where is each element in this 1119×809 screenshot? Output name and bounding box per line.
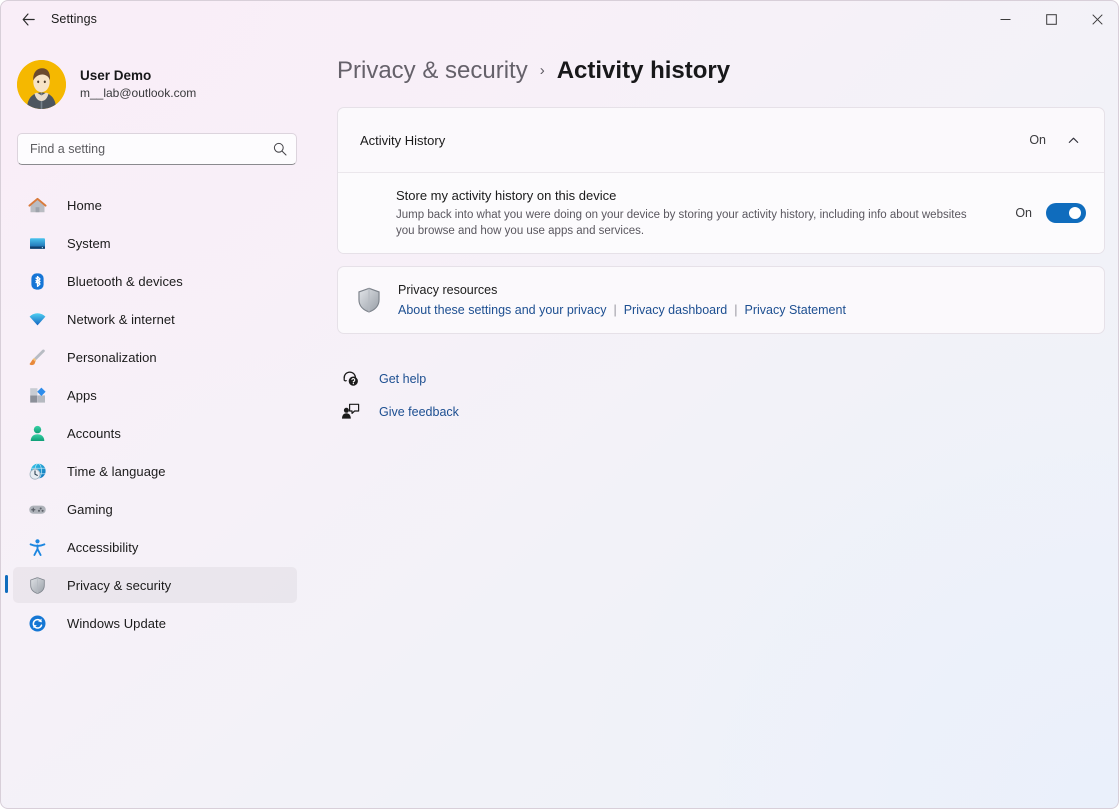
sidebar-item-bluetooth[interactable]: Bluetooth & devices bbox=[13, 263, 297, 299]
store-activity-description: Jump back into what you were doing on yo… bbox=[396, 209, 967, 237]
sidebar-item-gaming[interactable]: Gaming bbox=[13, 491, 297, 527]
store-activity-toggle-state: On bbox=[1015, 206, 1032, 220]
profile-email: m__lab@outlook.com bbox=[80, 85, 197, 100]
search-input[interactable] bbox=[30, 142, 273, 156]
link-separator: | bbox=[613, 303, 617, 317]
privacy-resources-card: Privacy resources About these settings a… bbox=[337, 266, 1105, 334]
sidebar-item-personalization[interactable]: Personalization bbox=[13, 339, 297, 375]
window-title: Settings bbox=[51, 12, 97, 26]
activity-history-header-right: On bbox=[1029, 127, 1086, 153]
activity-history-card: Activity History On Store my activity hi… bbox=[337, 107, 1105, 254]
sidebar-item-accessibility[interactable]: Accessibility bbox=[13, 529, 297, 565]
sidebar-item-label: Network & internet bbox=[67, 311, 175, 327]
sidebar-item-apps[interactable]: Apps bbox=[13, 377, 297, 413]
sidebar-item-windows-update[interactable]: Windows Update bbox=[13, 605, 297, 641]
minimize-button[interactable] bbox=[982, 1, 1028, 37]
wifi-icon bbox=[27, 309, 47, 329]
sidebar-item-accounts[interactable]: Accounts bbox=[13, 415, 297, 451]
link-separator: | bbox=[734, 303, 738, 317]
profile-name: User Demo bbox=[80, 67, 152, 83]
give-feedback-row[interactable]: Give feedback bbox=[337, 395, 1096, 428]
update-refresh-icon bbox=[27, 613, 47, 633]
user-avatar-icon bbox=[17, 59, 66, 109]
sidebar-item-label: Gaming bbox=[67, 501, 113, 517]
link-privacy-statement[interactable]: Privacy Statement bbox=[745, 301, 846, 319]
settings-window: Settings User Demo m__lab@outlook.com Fi… bbox=[0, 0, 1119, 809]
maximize-icon bbox=[1045, 13, 1057, 25]
sidebar-item-label: Accessibility bbox=[67, 539, 139, 555]
back-button[interactable] bbox=[11, 4, 45, 34]
activity-history-header[interactable]: Activity History On bbox=[338, 108, 1104, 172]
sidebar-item-network[interactable]: Network & internet bbox=[13, 301, 297, 337]
give-feedback-icon bbox=[339, 401, 361, 423]
privacy-resources-text: Privacy resources About these settings a… bbox=[398, 281, 846, 319]
shield-icon bbox=[27, 575, 47, 595]
close-button[interactable] bbox=[1074, 1, 1118, 37]
sidebar-item-label: Bluetooth & devices bbox=[67, 273, 183, 289]
sidebar-item-system[interactable]: System bbox=[13, 225, 297, 261]
bluetooth-icon bbox=[27, 271, 47, 291]
activity-history-state: On bbox=[1029, 133, 1046, 147]
close-icon bbox=[1091, 13, 1103, 25]
search-icon bbox=[273, 142, 287, 156]
apps-icon bbox=[27, 385, 47, 405]
minimize-icon bbox=[1000, 18, 1010, 20]
sidebar-item-privacy-security[interactable]: Privacy & security bbox=[5, 567, 297, 603]
store-activity-toggle[interactable] bbox=[1046, 203, 1086, 223]
sidebar-item-label: Windows Update bbox=[67, 615, 166, 631]
get-help-label: Get help bbox=[379, 371, 427, 386]
search-box[interactable] bbox=[17, 133, 297, 165]
sidebar-item-label: Personalization bbox=[67, 349, 157, 365]
help-links: Get help Give feedback bbox=[337, 362, 1096, 428]
breadcrumb: Privacy & security › Activity history bbox=[329, 57, 1096, 85]
store-activity-row: Store my activity history on this device… bbox=[338, 172, 1104, 253]
sidebar-item-time-language[interactable]: Time & language bbox=[13, 453, 297, 489]
chevron-up-icon bbox=[1068, 137, 1078, 143]
sidebar-item-label: Apps bbox=[67, 387, 97, 403]
store-activity-title: Store my activity history on this device bbox=[396, 188, 617, 203]
person-icon bbox=[27, 423, 47, 443]
privacy-resources-title: Privacy resources bbox=[398, 283, 498, 297]
link-privacy-dashboard[interactable]: Privacy dashboard bbox=[624, 301, 728, 319]
link-about-settings-privacy[interactable]: About these settings and your privacy bbox=[398, 301, 606, 319]
breadcrumb-separator: › bbox=[539, 62, 545, 79]
maximize-button[interactable] bbox=[1028, 1, 1074, 37]
sidebar-item-label: Accounts bbox=[67, 425, 121, 441]
home-icon bbox=[27, 195, 47, 215]
get-help-row[interactable]: Get help bbox=[337, 362, 1096, 395]
main-content: Privacy & security › Activity history Ac… bbox=[313, 37, 1118, 808]
sidebar-item-label: Home bbox=[67, 197, 102, 213]
sidebar-nav: Home System Bluetooth & devices Network … bbox=[1, 187, 313, 641]
back-arrow-icon bbox=[22, 12, 35, 26]
gamepad-icon bbox=[27, 499, 47, 519]
profile-text: User Demo m__lab@outlook.com bbox=[80, 67, 196, 102]
sidebar-item-label: System bbox=[67, 235, 111, 251]
avatar bbox=[17, 59, 66, 109]
privacy-resources-row: Privacy resources About these settings a… bbox=[338, 267, 1104, 333]
sidebar-item-home[interactable]: Home bbox=[13, 187, 297, 223]
page-title: Activity history bbox=[556, 57, 731, 84]
title-bar: Settings bbox=[1, 1, 1118, 37]
breadcrumb-parent[interactable]: Privacy & security bbox=[337, 57, 528, 85]
give-feedback-label: Give feedback bbox=[379, 404, 459, 419]
activity-history-title: Activity History bbox=[360, 132, 446, 148]
system-monitor-icon bbox=[27, 233, 47, 253]
clock-globe-icon bbox=[27, 461, 47, 481]
window-controls bbox=[982, 1, 1118, 37]
store-activity-text: Store my activity history on this device… bbox=[396, 187, 1015, 239]
privacy-resources-links: About these settings and your privacy | … bbox=[398, 301, 846, 319]
expand-collapse-button[interactable] bbox=[1060, 127, 1086, 153]
toggle-knob bbox=[1069, 207, 1081, 219]
sidebar-item-label: Time & language bbox=[67, 463, 166, 479]
paintbrush-icon bbox=[27, 347, 47, 367]
get-help-icon bbox=[339, 368, 361, 390]
sidebar-item-label: Privacy & security bbox=[67, 577, 172, 593]
user-profile[interactable]: User Demo m__lab@outlook.com bbox=[1, 51, 313, 111]
sidebar: User Demo m__lab@outlook.com Find a sett… bbox=[1, 37, 313, 808]
accessibility-icon bbox=[27, 537, 47, 557]
shield-icon bbox=[352, 283, 386, 317]
